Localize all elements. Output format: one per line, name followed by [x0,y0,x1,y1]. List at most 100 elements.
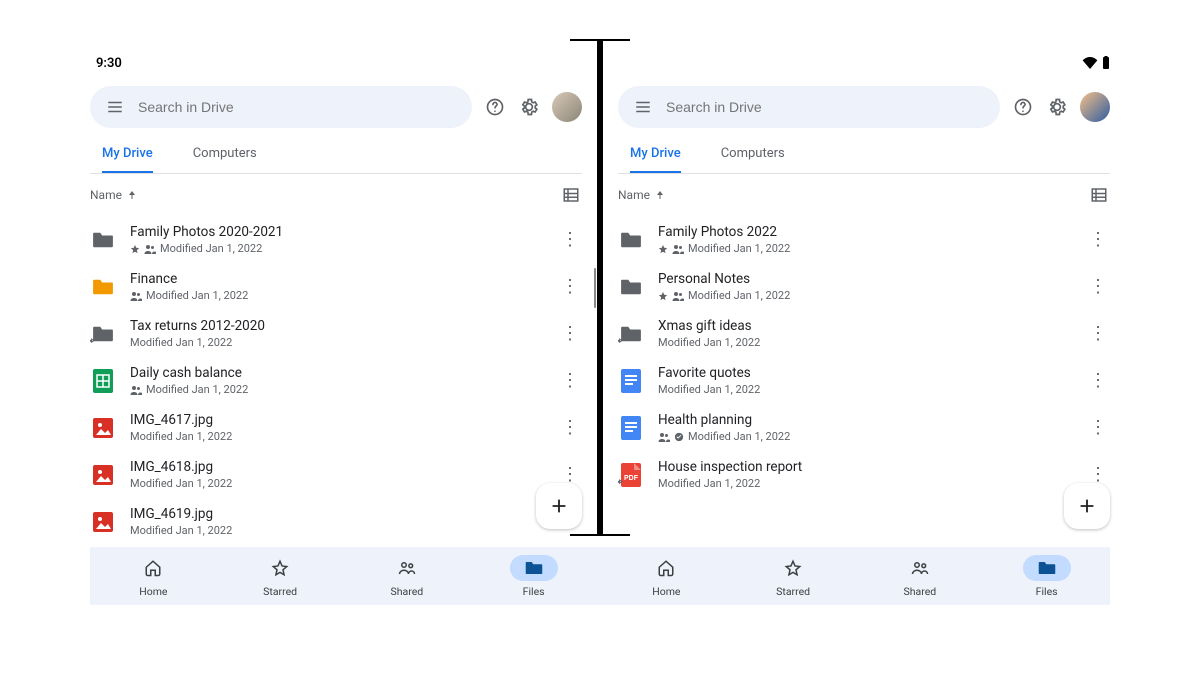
sort-label: Name [618,188,650,202]
file-body: IMG_4618.jpgModified Jan 1, 2022 [130,459,544,490]
fab-add[interactable] [536,483,582,529]
file-row[interactable]: IMG_4617.jpg Modified Jan 1, 2022 ⋮ [90,404,582,451]
docs-icon [618,368,644,394]
file-meta: Modified Jan 1, 2022 [130,289,544,302]
more-icon[interactable]: ⋮ [558,229,582,250]
search-box[interactable] [90,86,472,128]
svg-text:PDF: PDF [624,475,639,482]
file-name: IMG_4617.jpg [130,412,544,428]
right-pane: My Drive Computers Name Family Photos 20… [600,86,1110,605]
tab-my-drive[interactable]: My Drive [102,146,153,174]
nav-home[interactable]: Home [90,547,217,605]
fab-add[interactable] [1064,483,1110,529]
tab-computers[interactable]: Computers [193,146,257,174]
file-row[interactable]: Tax returns 2012-2020Modified Jan 1, 202… [90,310,582,357]
nav-shared[interactable]: Shared [344,547,471,605]
tab-computers[interactable]: Computers [721,146,785,174]
file-body: Favorite quotesModified Jan 1, 2022 [658,365,1072,396]
nav-starred[interactable]: Starred [730,547,857,605]
file-row[interactable]: Daily cash balanceModified Jan 1, 2022 ⋮ [90,357,582,404]
nav-label: Home [139,585,167,598]
split-divider[interactable] [597,40,603,535]
file-row[interactable]: FinanceModified Jan 1, 2022 ⋮ [90,263,582,310]
list-view-icon[interactable] [1088,184,1110,206]
file-row[interactable]: Personal NotesModified Jan 1, 2022 ⋮ [618,263,1110,310]
menu-icon[interactable] [104,96,126,118]
more-icon[interactable]: ⋮ [1086,417,1110,438]
more-icon[interactable]: ⋮ [558,276,582,297]
nav-files[interactable]: Files [983,547,1110,605]
help-icon[interactable] [1012,96,1034,118]
list-view-icon[interactable] [560,184,582,206]
files-icon [1023,555,1071,581]
file-name: Personal Notes [658,271,1072,287]
more-icon[interactable]: ⋮ [1086,229,1110,250]
shared-icon [672,291,684,301]
arrow-up-icon [126,189,138,201]
nav-files[interactable]: Files [470,547,597,605]
more-icon[interactable]: ⋮ [558,464,582,485]
file-body: FinanceModified Jan 1, 2022 [130,271,544,302]
search-input[interactable] [666,99,986,115]
shared-icon [896,555,944,581]
search-input[interactable] [138,99,458,115]
file-name: Family Photos 2022 [658,224,1072,240]
sort-button[interactable]: Name [618,188,666,202]
file-body: IMG_4617.jpg Modified Jan 1, 2022 [130,412,544,443]
file-row[interactable]: Health planningModified Jan 1, 2022⋮ [618,404,1110,451]
file-body: Daily cash balanceModified Jan 1, 2022 [130,365,544,396]
file-row[interactable]: IMG_4619.jpgModified Jan 1, 2022⋮ [90,498,582,545]
avatar[interactable] [1080,92,1110,122]
help-icon[interactable] [484,96,506,118]
folder-gray-icon [618,227,644,253]
file-row[interactable]: Xmas gift ideasModified Jan 1, 2022⋮ [618,310,1110,357]
more-icon[interactable]: ⋮ [1086,464,1110,485]
menu-icon[interactable] [632,96,654,118]
search-row [90,86,582,128]
more-icon[interactable]: ⋮ [558,370,582,391]
file-meta: Modified Jan 1, 2022 [130,430,544,443]
file-row[interactable]: Family Photos 2020-2021 Modified Jan 1, 2… [90,216,582,263]
more-icon[interactable]: ⋮ [1086,370,1110,391]
file-body: Family Photos 2022Modified Jan 1, 2022 [658,224,1072,255]
image-icon [90,415,116,441]
file-row[interactable]: IMG_4618.jpgModified Jan 1, 2022 ⋮ [90,451,582,498]
sort-button[interactable]: Name [90,188,138,202]
left-pane: My Drive Computers Name Family Photos 20… [90,86,600,605]
more-icon[interactable]: ⋮ [1086,323,1110,344]
file-row[interactable]: Favorite quotesModified Jan 1, 2022 ⋮ [618,357,1110,404]
shared-icon [672,244,684,254]
file-row[interactable]: Family Photos 2022Modified Jan 1, 2022 ⋮ [618,216,1110,263]
nav-label: Files [1036,585,1058,598]
nav-starred[interactable]: Starred [217,547,344,605]
more-icon[interactable]: ⋮ [1086,276,1110,297]
nav-label: Starred [776,585,810,598]
file-name: House inspection report [658,459,1072,475]
gear-icon[interactable] [518,96,540,118]
file-name: Daily cash balance [130,365,544,381]
files-icon [510,555,558,581]
file-meta: Modified Jan 1, 2022 [658,430,1072,443]
file-meta: Modified Jan 1, 2022 [130,524,544,537]
avatar[interactable] [552,92,582,122]
nav-label: Home [652,585,680,598]
file-body: Tax returns 2012-2020Modified Jan 1, 202… [130,318,544,349]
file-row[interactable]: PDFHouse inspection reportModified Jan 1… [618,451,1110,498]
file-meta: Modified Jan 1, 2022 [130,242,544,255]
file-name: Family Photos 2020-2021 [130,224,544,240]
docs-icon [618,415,644,441]
starred-icon [256,555,304,581]
shared-icon [130,385,142,395]
gear-icon[interactable] [1046,96,1068,118]
more-icon[interactable]: ⋮ [558,323,582,344]
tab-my-drive[interactable]: My Drive [630,146,681,174]
more-icon[interactable]: ⋮ [558,417,582,438]
search-box[interactable] [618,86,1000,128]
star-icon [658,244,668,254]
nav-shared[interactable]: Shared [857,547,984,605]
tabs: My Drive Computers [618,146,1110,174]
nav-home[interactable]: Home [603,547,730,605]
list-header: Name [618,174,1110,216]
file-body: Personal NotesModified Jan 1, 2022 [658,271,1072,302]
home-icon [129,555,177,581]
